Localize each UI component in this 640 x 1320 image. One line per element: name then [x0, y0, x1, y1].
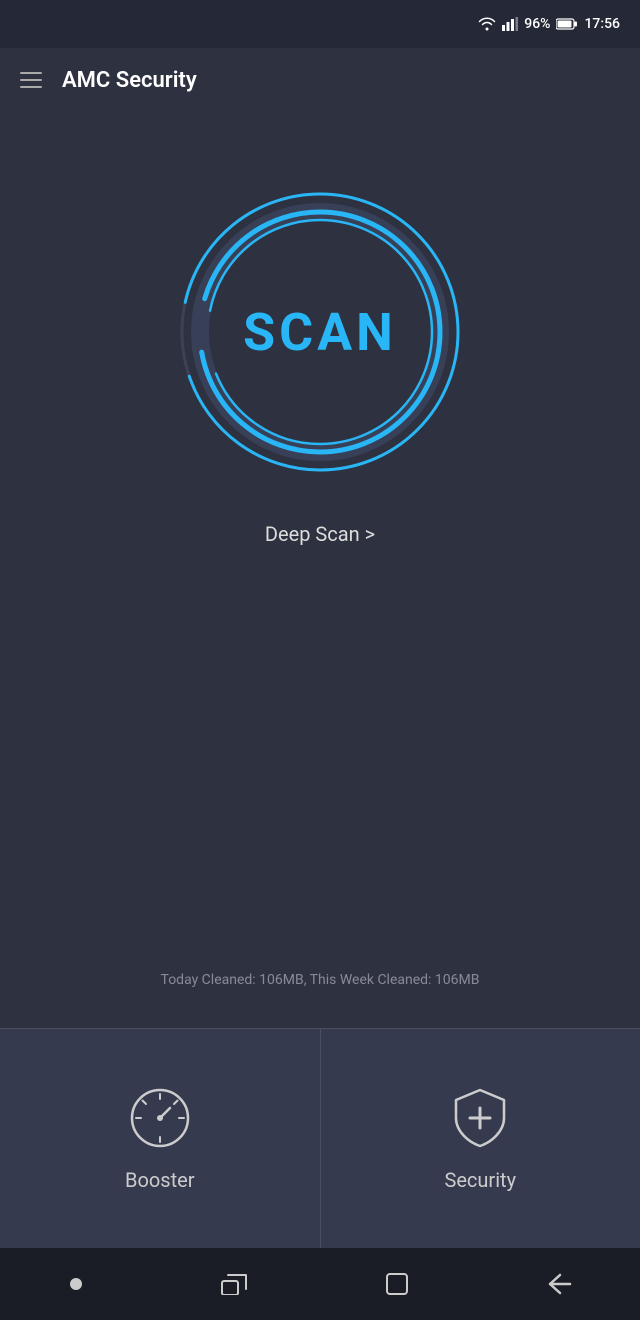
wifi-icon — [478, 17, 496, 31]
back-icon — [546, 1273, 572, 1295]
scan-label-container: SCAN — [243, 302, 397, 363]
title-bar: AMC Security — [0, 48, 640, 112]
nav-bar — [0, 1248, 640, 1320]
security-button[interactable]: Security — [321, 1029, 640, 1248]
booster-label: Booster — [125, 1168, 195, 1192]
deep-scan-button[interactable]: Deep Scan > — [265, 522, 375, 546]
stats-text: Today Cleaned: 106MB, This Week Cleaned:… — [161, 972, 480, 988]
signal-icon — [502, 17, 518, 31]
feature-panel: Booster Security — [0, 1028, 640, 1248]
recent-apps-icon — [220, 1273, 248, 1295]
square-icon — [385, 1272, 409, 1296]
speedometer-icon — [128, 1086, 192, 1150]
battery-icon — [556, 18, 578, 30]
nav-back[interactable] — [536, 1263, 582, 1305]
nav-overview[interactable] — [375, 1262, 419, 1306]
time-display: 17:56 — [584, 16, 620, 32]
booster-button[interactable]: Booster — [0, 1029, 321, 1248]
main-content: SCAN Deep Scan > Today Cleaned: 106MB, T… — [0, 112, 640, 1028]
nav-recent[interactable] — [210, 1263, 258, 1305]
menu-button[interactable] — [20, 72, 42, 88]
home-dot-icon — [69, 1277, 83, 1291]
nav-home[interactable] — [59, 1267, 93, 1301]
status-icons: 96% 17:56 — [478, 16, 620, 32]
shield-icon — [450, 1086, 510, 1150]
battery-percent: 96% — [524, 16, 550, 32]
security-label: Security — [444, 1168, 516, 1192]
scan-label: SCAN — [243, 302, 397, 363]
status-bar: 96% 17:56 — [0, 0, 640, 48]
app-title: AMC Security — [62, 68, 197, 93]
scan-button[interactable]: SCAN — [170, 182, 470, 482]
